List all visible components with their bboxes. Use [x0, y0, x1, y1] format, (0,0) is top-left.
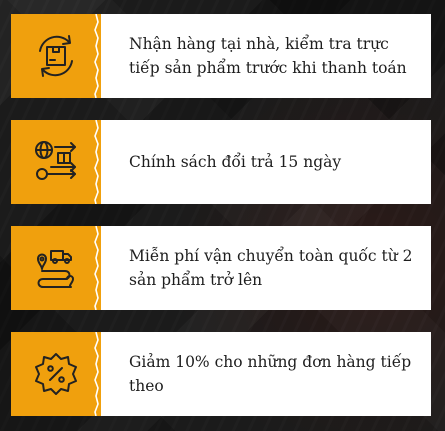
feature-text: Nhận hàng tại nhà, kiểm tra trực tiếp sả…	[101, 14, 431, 98]
exchange-return-icon	[35, 141, 76, 180]
feature-text-label: Chính sách đổi trả 15 ngày	[129, 153, 342, 171]
feature-text-label: Miễn phí vận chuyển toàn quốc từ 2 sản p…	[129, 247, 413, 289]
feature-text-label: Giảm 10% cho những đơn hàng tiếp theo	[129, 353, 412, 395]
torn-edge	[94, 120, 99, 204]
feature-text: Chính sách đổi trả 15 ngày	[101, 120, 431, 204]
feature-icon-box	[11, 332, 101, 416]
feature-card-discount: Giảm 10% cho những đơn hàng tiếp theo	[11, 332, 431, 416]
feature-card-return-policy: Chính sách đổi trả 15 ngày	[11, 120, 431, 204]
shipping-route-icon	[37, 250, 74, 288]
feature-text: Miễn phí vận chuyển toàn quốc từ 2 sản p…	[101, 226, 431, 310]
feature-text-label: Nhận hàng tại nhà, kiểm tra trực tiếp sả…	[129, 35, 407, 77]
discount-badge-icon	[35, 353, 77, 395]
delivery-box-cycle-icon	[39, 35, 73, 77]
feature-icon-box	[11, 14, 101, 98]
feature-card-free-shipping: Miễn phí vận chuyển toàn quốc từ 2 sản p…	[11, 226, 431, 310]
torn-edge	[94, 332, 99, 416]
feature-icon-box	[11, 226, 101, 310]
feature-icon-box	[11, 120, 101, 204]
torn-edge	[94, 14, 99, 98]
page: { "colors": { "accent": "#f0a00d", "card…	[0, 0, 445, 431]
feature-text: Giảm 10% cho những đơn hàng tiếp theo	[101, 332, 431, 416]
torn-edge	[94, 226, 99, 310]
feature-card-home-delivery: Nhận hàng tại nhà, kiểm tra trực tiếp sả…	[11, 14, 431, 98]
